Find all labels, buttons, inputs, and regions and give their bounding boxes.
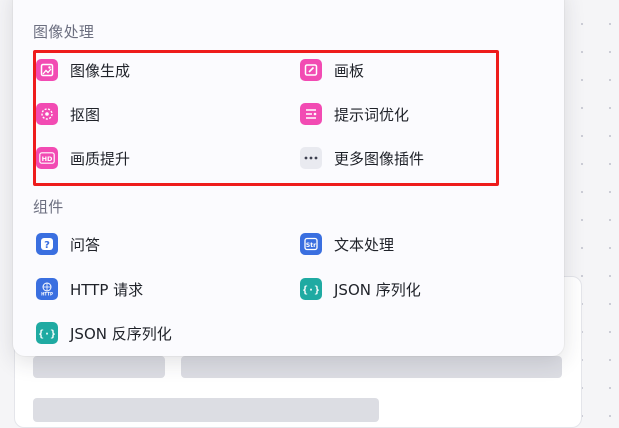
canvas-board-icon	[300, 59, 322, 81]
menu-item-json-deserialize[interactable]: {·} JSON 反序列化	[36, 320, 172, 346]
svg-text:HTTP: HTTP	[41, 292, 53, 297]
http-icon: HTTP	[36, 278, 58, 300]
menu-item-more-image-plugins[interactable]: 更多图像插件	[300, 145, 424, 171]
menu-item-label: 抠图	[70, 105, 101, 124]
menu-item-http-request[interactable]: HTTP HTTP 请求	[36, 276, 143, 302]
menu-item-image-generation[interactable]: 图像生成	[36, 57, 130, 83]
menu-item-label: JSON 反序列化	[70, 324, 172, 343]
menu-item-label: JSON 序列化	[334, 280, 421, 299]
svg-text:{·}: {·}	[39, 329, 55, 340]
svg-text:{·}: {·}	[303, 285, 319, 296]
menu-item-label: 提示词优化	[334, 105, 410, 124]
menu-item-canvas-board[interactable]: 画板	[300, 57, 364, 83]
menu-item-label: 文本处理	[334, 235, 395, 254]
menu-item-label: 画板	[334, 61, 365, 80]
svg-text:Str: Str	[306, 242, 316, 249]
menu-item-image-enhance[interactable]: HD 画质提升	[36, 145, 130, 171]
hd-icon: HD	[36, 147, 58, 169]
svg-text:HD: HD	[42, 155, 53, 163]
menu-item-qa[interactable]: ? 问答	[36, 231, 100, 257]
menu-item-text-processing[interactable]: Str 文本处理	[300, 231, 394, 257]
menu-item-prompt-optimize[interactable]: 提示词优化	[300, 101, 409, 127]
svg-text:?: ?	[44, 240, 50, 251]
menu-item-label: 问答	[70, 235, 101, 254]
menu-item-label: 画质提升	[70, 149, 131, 168]
background-field-placeholder	[33, 356, 165, 378]
cutout-icon	[36, 103, 58, 125]
text-processing-icon: Str	[300, 233, 322, 255]
json-serialize-icon: {·}	[300, 278, 322, 300]
section-title-components: 组件	[33, 198, 64, 216]
prompt-optimize-icon	[300, 103, 322, 125]
section-title-image-processing: 图像处理	[33, 23, 95, 41]
background-field-placeholder	[33, 398, 379, 422]
node-picker-popup	[13, 0, 564, 356]
menu-item-label: 图像生成	[70, 61, 131, 80]
menu-item-cutout[interactable]: 抠图	[36, 101, 100, 127]
question-icon: ?	[36, 233, 58, 255]
more-icon	[300, 147, 322, 169]
image-generation-icon	[36, 59, 58, 81]
menu-item-json-serialize[interactable]: {·} JSON 序列化	[300, 276, 421, 302]
json-deserialize-icon: {·}	[36, 322, 58, 344]
background-field-placeholder	[181, 356, 562, 378]
menu-item-label: 更多图像插件	[334, 149, 425, 168]
menu-item-label: HTTP 请求	[70, 280, 144, 299]
